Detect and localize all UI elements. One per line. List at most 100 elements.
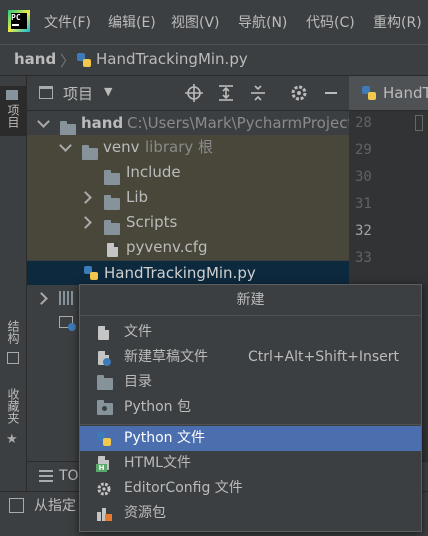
- toggle-tool-windows-icon[interactable]: [9, 498, 24, 513]
- popup-item-label: 新建草稿文件: [124, 349, 208, 365]
- folder-icon: [96, 375, 113, 391]
- line-number: 28: [355, 115, 372, 131]
- structure-tab[interactable]: 结构: [0, 316, 26, 372]
- chevron-down-icon[interactable]: [59, 139, 72, 152]
- popup-item-label: 文件: [124, 324, 152, 340]
- expand-all-icon[interactable]: [217, 84, 235, 102]
- popup-item-html-file[interactable]: H HTML文件: [80, 451, 421, 476]
- menu-view[interactable]: 视图(V): [171, 12, 220, 32]
- menu-edit[interactable]: 编辑(E): [108, 12, 156, 32]
- gear-icon: [97, 482, 111, 496]
- favorites-tab-label: 收藏夹: [6, 388, 20, 424]
- chevron-down-icon[interactable]: [37, 115, 50, 128]
- current-line-number: 32: [355, 223, 372, 239]
- todo-icon: [39, 470, 53, 482]
- folder-icon: [104, 220, 120, 235]
- pyvenv-label: pyvenv.cfg: [126, 238, 208, 256]
- libraries-icon: [59, 291, 73, 305]
- popup-separator: [80, 424, 421, 425]
- status-text: 从指定: [34, 498, 76, 514]
- fold-marker-icon[interactable]: [415, 115, 423, 131]
- python-icon: [97, 432, 111, 446]
- venv-note: library 根: [145, 138, 214, 156]
- breadcrumb-file[interactable]: HandTrackingMin.py: [96, 50, 248, 68]
- project-tab-icon: [6, 90, 18, 100]
- html-icon: H: [96, 456, 112, 472]
- folder-icon: [82, 145, 98, 160]
- folder-icon: [104, 195, 120, 210]
- scripts-label: Scripts: [126, 213, 178, 231]
- breadcrumb-root[interactable]: hand: [14, 50, 56, 68]
- line-number: 31: [355, 196, 372, 212]
- main-file-label: HandTrackingMin.py: [104, 264, 256, 282]
- config-file-icon: [107, 243, 118, 257]
- tree-row-lib[interactable]: Lib: [27, 185, 349, 210]
- package-icon: [96, 400, 113, 416]
- popup-title: 新建: [80, 285, 421, 316]
- scratch-file-icon: [96, 350, 112, 366]
- popup-item-label: 目录: [124, 374, 152, 390]
- popup-item-python-package[interactable]: Python 包: [80, 395, 421, 420]
- minimize-icon[interactable]: [325, 92, 337, 94]
- root-folder-path: C:\Users\Mark\PycharmProject: [127, 114, 354, 132]
- popup-item-directory[interactable]: 目录: [80, 370, 421, 395]
- structure-tab-label: 结构: [6, 320, 20, 344]
- line-number: 33: [355, 250, 372, 266]
- project-panel-header: 项目 ▼: [27, 76, 349, 111]
- breadcrumb-separator-icon: 〉: [60, 52, 76, 70]
- structure-icon: [7, 352, 19, 364]
- locate-icon[interactable]: [185, 84, 203, 102]
- new-file-popup: 新建 文件 新建草稿文件 Ctrl+Alt+Shift+Insert 目录 Py…: [79, 284, 422, 532]
- venv-label: venv: [103, 138, 140, 156]
- python-file-icon: [84, 266, 98, 280]
- python-file-icon: [77, 53, 91, 67]
- python-file-icon: [362, 86, 376, 100]
- editor-tab-bar: HandT: [349, 76, 428, 111]
- popup-item-resource-bundle[interactable]: 资源包: [80, 501, 421, 526]
- menu-code[interactable]: 代码(C): [306, 12, 355, 32]
- breadcrumb: hand 〉 HandTrackingMin.py: [0, 44, 428, 76]
- project-view-icon: [39, 86, 53, 99]
- clock-icon: [68, 323, 76, 331]
- todo-tab-label[interactable]: TO: [59, 468, 79, 484]
- line-number: 30: [355, 169, 372, 185]
- lib-label: Lib: [126, 188, 149, 206]
- tree-row-venv[interactable]: venv library 根: [27, 135, 349, 160]
- line-number: 29: [355, 142, 372, 158]
- tree-row-include[interactable]: Include: [27, 160, 349, 185]
- include-label: Include: [126, 163, 181, 181]
- project-panel-title[interactable]: 项目: [63, 83, 93, 104]
- resource-bundle-icon: [96, 506, 112, 522]
- menu-navigate[interactable]: 导航(N): [238, 12, 287, 32]
- popup-item-scratch-file[interactable]: 新建草稿文件 Ctrl+Alt+Shift+Insert: [80, 345, 421, 370]
- popup-item-editorconfig[interactable]: EditorConfig 文件: [80, 476, 421, 501]
- popup-item-python-file[interactable]: Python 文件: [80, 426, 421, 451]
- root-folder-label: hand: [81, 114, 124, 132]
- file-icon: [96, 325, 112, 341]
- pycharm-logo-icon: PC: [8, 10, 30, 32]
- tree-row-pyvenv[interactable]: pyvenv.cfg: [27, 235, 349, 259]
- project-tab-label: 项目: [6, 104, 20, 128]
- collapse-all-icon[interactable]: [249, 84, 267, 102]
- menu-refactor[interactable]: 重构(R): [373, 12, 422, 32]
- menu-bar: PC 文件(F) 编辑(E) 视图(V) 导航(N) 代码(C) 重构(R): [0, 0, 428, 44]
- folder-icon: [104, 170, 120, 185]
- gear-icon[interactable]: [290, 84, 308, 102]
- chevron-down-icon[interactable]: ▼: [104, 85, 112, 98]
- popup-item-label: EditorConfig 文件: [124, 480, 243, 496]
- project-tab[interactable]: 项目: [0, 86, 26, 136]
- tree-row-scripts[interactable]: Scripts: [27, 210, 349, 235]
- tree-row-root[interactable]: hand C:\Users\Mark\PycharmProject: [27, 111, 353, 136]
- chevron-right-icon[interactable]: [35, 292, 48, 305]
- popup-item-file[interactable]: 文件: [80, 320, 421, 345]
- editor-tab-label: HandT: [383, 84, 428, 102]
- favorites-tab[interactable]: 收藏夹 ★: [0, 384, 26, 454]
- popup-item-label: 资源包: [124, 505, 166, 521]
- chevron-right-icon[interactable]: [79, 191, 92, 204]
- popup-item-shortcut: Ctrl+Alt+Shift+Insert: [247, 349, 399, 365]
- chevron-right-icon[interactable]: [79, 216, 92, 229]
- editor-tab[interactable]: HandT: [349, 76, 428, 110]
- menu-file[interactable]: 文件(F): [44, 12, 91, 32]
- tree-row-main-file[interactable]: HandTrackingMin.py: [27, 261, 349, 285]
- popup-item-label: Python 文件: [124, 430, 205, 446]
